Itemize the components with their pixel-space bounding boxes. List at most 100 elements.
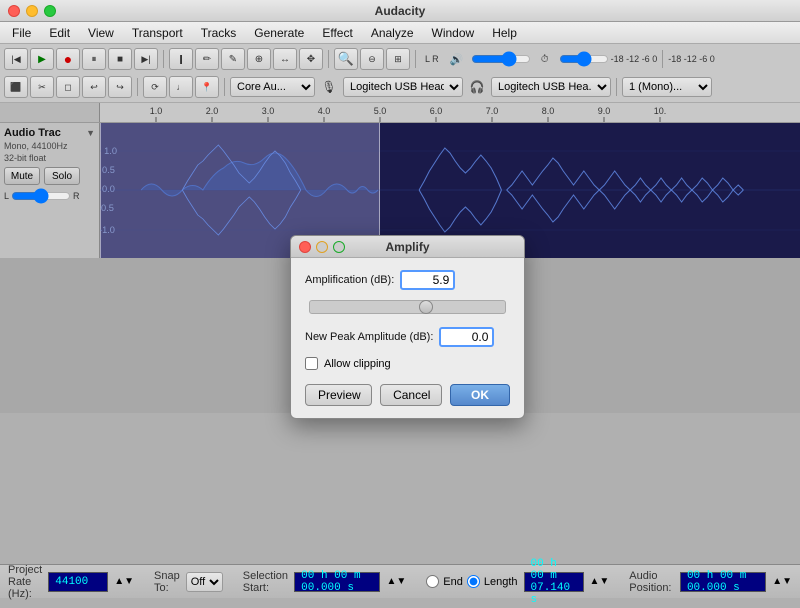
dialog-title: Amplify (385, 240, 429, 254)
channels-select[interactable]: 1 (Mono)... (622, 77, 712, 97)
minimize-button[interactable] (26, 5, 38, 17)
pause-button[interactable]: ⏸ (82, 48, 106, 70)
peak-amplitude-input[interactable] (439, 327, 494, 347)
length-radio[interactable] (467, 575, 480, 588)
svg-text:7.0: 7.0 (486, 106, 499, 116)
separator-1 (163, 50, 164, 68)
speed-slider[interactable] (559, 53, 609, 65)
menubar: File Edit View Transport Tracks Generate… (0, 22, 800, 44)
cancel-button[interactable]: Cancel (380, 384, 442, 406)
svg-text:3.0: 3.0 (262, 106, 275, 116)
separator-2 (328, 50, 329, 68)
amplification-label: Amplification (dB): (305, 274, 394, 286)
zoom-tool[interactable]: ⊕ (247, 48, 271, 70)
dialog-min-button[interactable] (316, 241, 328, 253)
preview-button[interactable]: Preview (305, 384, 372, 406)
menu-edit[interactable]: Edit (41, 24, 78, 42)
track-info-2: 32-bit float (4, 153, 95, 163)
svg-text:-1.0: -1.0 (100, 225, 115, 235)
svg-text:5.0: 5.0 (374, 106, 387, 116)
separator-4 (662, 50, 663, 68)
draw-tool[interactable]: ✎ (221, 48, 245, 70)
audio-position-section: Audio Position: 00 h 00 m 00.000 s ▲▼ (629, 570, 792, 594)
length-stepper[interactable]: ▲▼ (590, 576, 610, 587)
menu-transport[interactable]: Transport (124, 24, 191, 42)
project-rate-value: 44100 (48, 572, 108, 592)
dialog-close-button[interactable] (299, 241, 311, 253)
end-length-section: End Length 00 h 00 m 07.140 s ▲▼ (426, 572, 609, 592)
pin-tool[interactable]: 📍 (195, 76, 219, 98)
zoom-out-btn[interactable]: ⊖ (360, 48, 384, 70)
input-device-select[interactable]: Core Au... (230, 77, 315, 97)
menu-window[interactable]: Window (424, 24, 483, 42)
amplification-slider-row (305, 300, 510, 317)
svg-text:1.0: 1.0 (104, 146, 117, 156)
cursor-tool[interactable]: I (169, 48, 193, 70)
multi-tool[interactable]: ✥ (299, 48, 323, 70)
peak-amplitude-label: New Peak Amplitude (dB): (305, 331, 433, 343)
menu-file[interactable]: File (4, 24, 39, 42)
audio-pos-stepper[interactable]: ▲▼ (772, 576, 792, 587)
envelope-tool[interactable]: ✏ (195, 48, 219, 70)
end-radio[interactable] (426, 575, 439, 588)
snap-to-section: Snap To: Off (154, 570, 223, 594)
mute-button[interactable]: Mute (4, 167, 40, 185)
solo-button[interactable]: Solo (44, 167, 80, 185)
peak-amplitude-field: New Peak Amplitude (dB): (305, 327, 510, 347)
silence-tool[interactable]: ◻ (56, 76, 80, 98)
menu-help[interactable]: Help (484, 24, 525, 42)
app-title: Audacity (375, 4, 426, 18)
amplify-dialog: Amplify Amplification (dB): New Peak Amp… (290, 235, 525, 419)
ok-button[interactable]: OK (450, 384, 510, 406)
output-device-select[interactable]: Logitech USB Hea... (491, 77, 611, 97)
gain-l: L (4, 191, 9, 201)
menu-tracks[interactable]: Tracks (193, 24, 245, 42)
separator-3 (415, 50, 416, 68)
sync-tool[interactable]: ⟳ (143, 76, 167, 98)
db-labels-right: -18 -12 -6 0 (668, 54, 715, 64)
ruler-content: 1.0 2.0 3.0 4.0 5.0 6.0 7.0 8.0 9.0 10. (100, 103, 800, 123)
sel-start-stepper[interactable]: ▲▼ (386, 576, 406, 587)
metro-tool[interactable]: ♩ (169, 76, 193, 98)
amplification-slider[interactable] (309, 300, 506, 314)
record-button[interactable]: ● (56, 48, 80, 70)
forward-button[interactable]: ▶| (134, 48, 158, 70)
amplification-input[interactable] (400, 270, 455, 290)
play-button[interactable]: ▶ (30, 48, 54, 70)
amplification-field: Amplification (dB): (305, 270, 510, 290)
selection-start-section: Selection Start: 00 h 00 m 00.000 s ▲▼ (243, 570, 407, 594)
allow-clipping-checkbox[interactable] (305, 357, 318, 370)
project-rate-label: Project Rate (Hz): (8, 564, 42, 600)
window-controls (8, 5, 56, 17)
maximize-button[interactable] (44, 5, 56, 17)
redo-tool[interactable]: ↪ (108, 76, 132, 98)
back-button[interactable]: |◀ (4, 48, 28, 70)
menu-view[interactable]: View (80, 24, 122, 42)
stop-button[interactable]: ■ (108, 48, 132, 70)
end-label: End (443, 576, 463, 588)
length-label: Length (484, 576, 518, 588)
dialog-max-button[interactable] (333, 241, 345, 253)
menu-analyze[interactable]: Analyze (363, 24, 422, 42)
timeshift-tool[interactable]: ↔ (273, 48, 297, 70)
undo-tool[interactable]: ↩ (82, 76, 106, 98)
zoom-in-btn[interactable]: 🔍 (334, 48, 358, 70)
snap-to-select[interactable]: Off (186, 572, 223, 592)
volume-slider[interactable] (471, 53, 531, 65)
fit-project-btn[interactable]: ⊞ (386, 48, 410, 70)
svg-text:10.: 10. (654, 106, 667, 116)
speed-icon: ⏱ (533, 48, 557, 70)
project-rate-stepper[interactable]: ▲▼ (114, 576, 134, 587)
menu-generate[interactable]: Generate (246, 24, 312, 42)
gain-slider[interactable] (11, 191, 71, 201)
input-source-select[interactable]: Logitech USB Head... (343, 77, 463, 97)
ruler-header (0, 103, 100, 123)
select-tool[interactable]: ⬛ (4, 76, 28, 98)
svg-text:8.0: 8.0 (542, 106, 555, 116)
menu-effect[interactable]: Effect (314, 24, 360, 42)
close-button[interactable] (8, 5, 20, 17)
dialog-titlebar: Amplify (291, 236, 524, 258)
track-menu-icon[interactable]: ▼ (86, 128, 95, 138)
snap-to-label: Snap To: (154, 570, 180, 594)
trim-tool[interactable]: ✂ (30, 76, 54, 98)
